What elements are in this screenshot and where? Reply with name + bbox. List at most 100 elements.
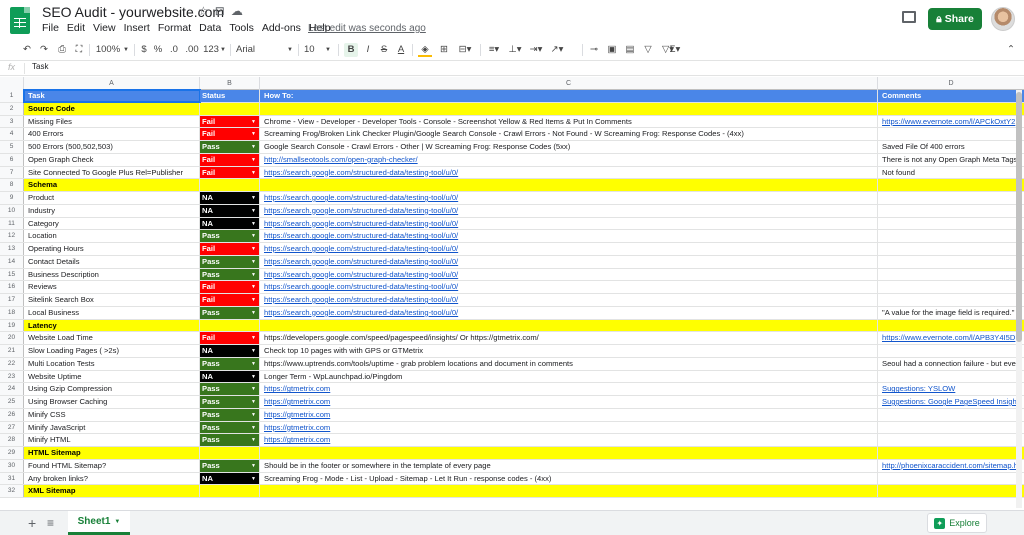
currency-format-button[interactable]: $ [139,43,149,57]
row-number[interactable]: 8 [0,179,24,191]
howto-link[interactable]: https://search.google.com/structured-dat… [264,206,458,215]
status-dropdown-icon[interactable]: ▼ [251,383,256,395]
comment-link[interactable]: Suggestions: YSLOW [882,384,955,393]
howto-link[interactable]: https://search.google.com/structured-dat… [264,193,458,202]
task-cell[interactable]: Reviews [24,281,200,293]
comments-cell[interactable] [878,294,1024,306]
howto-link[interactable]: https://gtmetrix.com [264,384,330,393]
howto-cell[interactable]: Should be in the footer or somewhere in … [260,459,878,472]
italic-button[interactable]: I [362,43,374,57]
row-number[interactable]: 15 [0,268,24,281]
status-cell[interactable]: Fail ▼ [200,243,260,255]
howto-cell[interactable]: https://developers.google.com/speed/page… [260,332,878,344]
howto-link[interactable]: https://search.google.com/structured-dat… [264,168,458,177]
row-number[interactable]: 7 [0,166,24,179]
comments-cell[interactable] [878,218,1024,230]
comments-cell[interactable] [878,128,1024,140]
comment-link[interactable]: https://www.evernote.com/l/APB3Y4I5D [882,333,1015,342]
task-cell[interactable]: Website Load Time [24,332,200,344]
undo-icon[interactable]: ↶ [20,43,34,57]
comments-cell[interactable] [878,447,1024,459]
decrease-decimal-button[interactable]: .0 [167,43,181,57]
status-dropdown-icon[interactable]: ▼ [251,141,256,153]
howto-link[interactable]: https://gtmetrix.com [264,397,330,406]
status-dropdown-icon[interactable]: ▼ [251,371,256,383]
sheet-tab[interactable]: Sheet1 ▼ [68,511,130,535]
status-cell[interactable]: Pass ▼ [200,396,260,408]
size-chevron-down-icon[interactable]: ▼ [324,43,332,57]
fill-color-icon[interactable]: ◈ [418,43,432,57]
row-number[interactable]: 32 [0,485,24,497]
row-number[interactable]: 23 [0,370,24,383]
howto-link[interactable]: https://search.google.com/structured-dat… [264,231,458,240]
comments-cell[interactable] [878,371,1024,383]
status-dropdown-icon[interactable]: ▼ [251,218,256,230]
status-dropdown-icon[interactable]: ▼ [251,281,256,293]
row-number[interactable]: 11 [0,217,24,230]
task-cell[interactable]: Category [24,217,200,230]
status-cell[interactable]: Fail ▼ [200,166,260,179]
status-dropdown-icon[interactable]: ▼ [251,396,256,408]
comments-cell[interactable]: Suggestions: Google PageSpeed Insigh [878,396,1024,408]
howto-cell[interactable]: https://search.google.com/structured-dat… [260,243,878,255]
status-cell[interactable] [200,447,260,459]
task-cell[interactable]: Sitelink Search Box [24,294,200,306]
status-cell[interactable]: NA ▼ [200,192,260,204]
status-dropdown-icon[interactable]: ▼ [251,358,256,370]
comments-cell[interactable] [878,205,1024,217]
task-cell[interactable]: Found HTML Sitemap? [24,459,200,472]
howto-cell[interactable]: https://search.google.com/structured-dat… [260,166,878,179]
comments-cell[interactable] [878,485,1024,497]
task-cell[interactable]: Website Uptime [24,370,200,383]
merge-cells-icon[interactable]: ⊟▾ [455,43,475,57]
howto-link[interactable]: https://search.google.com/structured-dat… [264,282,458,291]
comments-cell[interactable] [878,473,1024,485]
insert-link-icon[interactable]: ⊸ [587,43,601,57]
explore-button[interactable]: ✦ Explore [927,513,987,533]
task-cell[interactable]: Using Browser Caching [24,396,200,408]
comments-cell[interactable]: "A value for the image field is required… [878,307,1024,319]
text-rotation-icon[interactable]: ↗▾ [548,43,566,57]
row-number[interactable]: 29 [0,447,24,459]
cloud-status-icon[interactable]: ☁ [231,4,243,18]
task-cell[interactable]: Location [24,230,200,242]
howto-cell[interactable]: Google Search Console - Crawl Errors - O… [260,141,878,153]
status-dropdown-icon[interactable]: ▼ [251,167,256,179]
borders-icon[interactable]: ⊞ [437,43,451,57]
print-icon[interactable]: ⎙ [55,43,69,57]
insert-comment-icon[interactable]: ▣ [605,43,619,57]
status-cell[interactable] [200,485,260,497]
task-cell[interactable]: Contact Details [24,255,200,268]
increase-decimal-button[interactable]: .00 [183,43,201,57]
task-cell[interactable]: Using Gzip Compression [24,383,200,395]
section-title-cell[interactable]: HTML Sitemap [24,447,200,459]
status-cell[interactable]: Pass ▼ [200,230,260,242]
chevron-down-icon[interactable]: ▼ [114,519,120,525]
status-cell[interactable]: NA ▼ [200,472,260,485]
comments-cell[interactable] [878,269,1024,281]
comments-cell[interactable]: Seoul had a connection failure - but eve [878,358,1024,370]
howto-link[interactable]: https://search.google.com/structured-dat… [264,295,458,304]
scrollbar-thumb[interactable] [1016,92,1022,342]
menu-edit[interactable]: Edit [67,22,85,34]
header-cell-comments[interactable]: Comments [878,90,1024,102]
text-color-button[interactable]: A [395,43,407,57]
menu-insert[interactable]: Insert [124,22,150,34]
header-cell-status[interactable]: Status [200,90,260,102]
howto-link[interactable]: https://gtmetrix.com [264,435,330,444]
status-cell[interactable]: Pass ▼ [200,141,260,153]
paint-format-icon[interactable]: ⛶ [72,43,86,57]
status-cell[interactable]: Pass ▼ [200,268,260,281]
header-cell-task[interactable]: Task [23,89,201,103]
menu-file[interactable]: File [42,22,59,34]
row-number[interactable]: 12 [0,230,24,242]
zoom-select[interactable]: 100% [94,43,122,57]
status-dropdown-icon[interactable]: ▼ [251,116,256,128]
howto-cell[interactable] [260,447,878,459]
row-number[interactable]: 3 [0,115,24,128]
redo-icon[interactable]: ↷ [37,43,51,57]
task-cell[interactable]: Slow Loading Pages ( >2s) [24,345,200,357]
section-title-cell[interactable]: Source Code [24,102,200,115]
comments-cell[interactable] [878,102,1024,115]
collapse-toolbar-icon[interactable]: ⌃ [1005,43,1017,57]
